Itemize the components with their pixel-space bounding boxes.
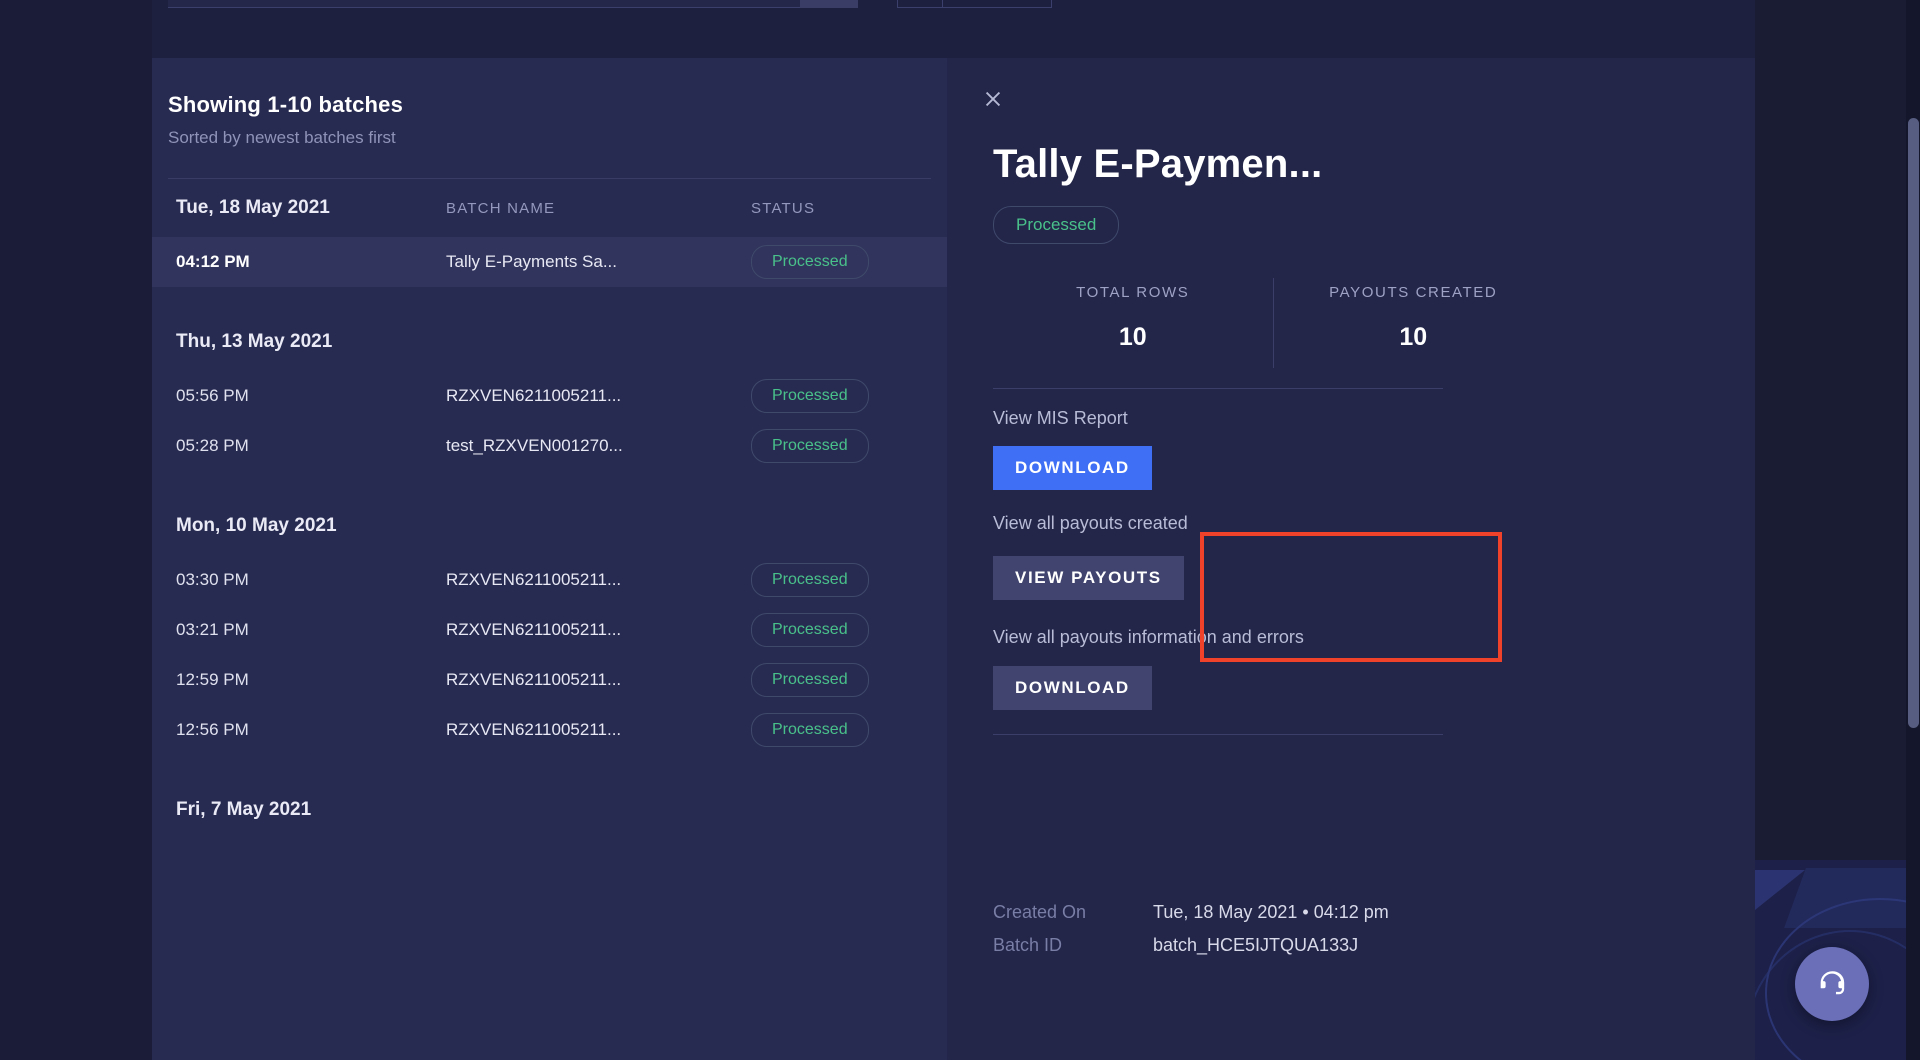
table-row[interactable]: 04:12 PM Tally E-Payments Sa... Processed xyxy=(152,237,947,287)
row-batch-name: test_RZXVEN001270... xyxy=(446,436,623,455)
download-mis-button[interactable]: DOWNLOAD xyxy=(993,446,1152,490)
group-header: Mon, 10 May 2021 xyxy=(152,497,947,555)
stat-payouts-created-label: PAYOUTS CREATED xyxy=(1329,284,1498,301)
row-batch-name: RZXVEN6211005211... xyxy=(446,670,622,689)
meta-key-created-on: Created On xyxy=(993,902,1087,922)
list-title: Showing 1-10 batches xyxy=(168,92,404,117)
column-header-status: STATUS xyxy=(751,199,816,217)
row-batch-name: RZXVEN6211005211... xyxy=(446,386,622,405)
close-button[interactable] xyxy=(976,82,1010,116)
row-status-cell: Processed xyxy=(751,613,923,647)
table-row[interactable]: 03:21 PM RZXVEN6211005211... Processed xyxy=(152,605,947,655)
column-header-batch-name: BATCH NAME xyxy=(446,199,556,217)
row-batch-name: RZXVEN6211005211... xyxy=(446,570,622,589)
batches-list-body: Tue, 18 May 2021 BATCH NAME STATUS 04:12 PM… xyxy=(152,179,947,865)
search-button[interactable] xyxy=(800,0,858,8)
group-date: Thu, 13 May 2021 xyxy=(176,331,333,352)
meta-value-batch-id: batch_HCE5IJTQUA133J xyxy=(1153,935,1359,955)
table-row[interactable]: 03:30 PM RZXVEN6211005211... Processed xyxy=(152,555,947,605)
close-icon xyxy=(985,91,1001,107)
decorative-triangle xyxy=(1755,870,1805,918)
row-batch-name: RZXVEN6211005211... xyxy=(446,720,622,739)
batch-stats: TOTAL ROWS 10 PAYOUTS CREATED 10 xyxy=(993,278,1553,368)
status-badge: Processed xyxy=(751,379,869,413)
batch-title: Tally E-Paymen... xyxy=(993,142,1323,186)
stat-total-rows: TOTAL ROWS 10 xyxy=(993,278,1273,368)
group-date: Mon, 10 May 2021 xyxy=(176,515,337,536)
row-time: 05:56 PM xyxy=(176,386,249,405)
row-time: 05:28 PM xyxy=(176,436,249,455)
toolbar: All Time xyxy=(152,0,1755,26)
headset-icon xyxy=(1820,971,1845,995)
meta-key-batch-id: Batch ID xyxy=(993,935,1063,955)
mis-report-label: View MIS Report xyxy=(993,408,1128,428)
stat-total-rows-value: 10 xyxy=(1118,323,1147,351)
calendar-icon-wrap xyxy=(898,0,942,8)
row-status-cell: Processed xyxy=(751,713,923,747)
payouts-errors-label: View all payouts information and errors xyxy=(993,627,1304,647)
detail-divider-top xyxy=(993,388,1443,389)
status-badge: Processed xyxy=(751,563,869,597)
row-status-cell: Processed xyxy=(751,379,923,413)
group-date: Fri, 7 May 2021 xyxy=(176,799,312,820)
page-scrollbar-thumb[interactable] xyxy=(1908,118,1919,728)
row-time: 03:30 PM xyxy=(176,570,249,589)
detail-divider-bottom xyxy=(993,734,1443,735)
list-subtitle: Sorted by newest batches first xyxy=(168,128,396,147)
batch-meta: Created On Tue, 18 May 2021 • 04:12 pm B… xyxy=(993,896,1553,962)
meta-row-batch-id: Batch ID batch_HCE5IJTQUA133J xyxy=(993,929,1553,962)
row-batch-name: Tally E-Payments Sa... xyxy=(446,252,618,271)
batch-detail-inner: Tally E-Paymen... Processed TOTAL ROWS 1… xyxy=(948,58,1755,1060)
batch-status-badge: Processed xyxy=(993,206,1120,244)
download-errors-button[interactable]: DOWNLOAD xyxy=(993,666,1152,710)
group-date: Tue, 18 May 2021 xyxy=(176,197,330,218)
batch-status-badge-wrap: Processed xyxy=(993,206,1120,244)
support-button[interactable] xyxy=(1795,947,1869,1021)
group-header: Tue, 18 May 2021 BATCH NAME STATUS xyxy=(152,179,947,237)
group-header: Thu, 13 May 2021 xyxy=(152,313,947,371)
row-batch-name: RZXVEN6211005211... xyxy=(446,620,622,639)
date-filter[interactable]: All Time xyxy=(897,0,1052,8)
table-row[interactable]: 12:59 PM RZXVEN6211005211... Processed xyxy=(152,655,947,705)
batch-detail-panel: Tally E-Paymen... Processed TOTAL ROWS 1… xyxy=(947,58,1755,1060)
table-row[interactable]: 12:56 PM RZXVEN6211005211... Processed xyxy=(152,705,947,755)
meta-row-created-on: Created On Tue, 18 May 2021 • 04:12 pm xyxy=(993,896,1553,929)
batches-list-card: Showing 1-10 batches Sorted by newest ba… xyxy=(152,58,947,1060)
app-root: All Time Showing 1-10 batches Sorted by … xyxy=(0,0,1920,1060)
view-payouts-button[interactable]: VIEW PAYOUTS xyxy=(993,556,1184,600)
view-payouts-label: View all payouts created xyxy=(993,513,1188,533)
row-status-cell: Processed xyxy=(751,563,923,597)
meta-value-created-on: Tue, 18 May 2021 • 04:12 pm xyxy=(1153,902,1389,922)
stat-payouts-created-value: 10 xyxy=(1399,323,1428,351)
row-time: 04:12 PM xyxy=(176,252,250,271)
left-rail xyxy=(0,0,152,1060)
row-status-cell: Processed xyxy=(751,663,923,697)
status-badge: Processed xyxy=(751,663,869,697)
group-header: Fri, 7 May 2021 xyxy=(152,781,947,839)
table-row[interactable]: 05:28 PM test_RZXVEN001270... Processed xyxy=(152,421,947,471)
row-time: 12:56 PM xyxy=(176,720,249,739)
row-status-cell: Processed xyxy=(751,245,923,279)
list-header: Showing 1-10 batches Sorted by newest ba… xyxy=(152,58,947,148)
page-scrollbar-track[interactable] xyxy=(1906,0,1920,1060)
stat-payouts-created: PAYOUTS CREATED 10 xyxy=(1272,278,1554,368)
table-row[interactable]: 05:56 PM RZXVEN6211005211... Processed xyxy=(152,371,947,421)
search-scope-label[interactable] xyxy=(168,0,468,7)
row-status-cell: Processed xyxy=(751,429,923,463)
filter-separator xyxy=(942,0,943,8)
search-bar[interactable] xyxy=(168,0,858,8)
status-badge: Processed xyxy=(751,613,869,647)
row-time: 12:59 PM xyxy=(176,670,249,689)
status-badge: Processed xyxy=(751,245,869,279)
status-badge: Processed xyxy=(751,429,869,463)
stat-total-rows-label: TOTAL ROWS xyxy=(1076,284,1190,301)
row-time: 03:21 PM xyxy=(176,620,249,639)
status-badge: Processed xyxy=(751,713,869,747)
